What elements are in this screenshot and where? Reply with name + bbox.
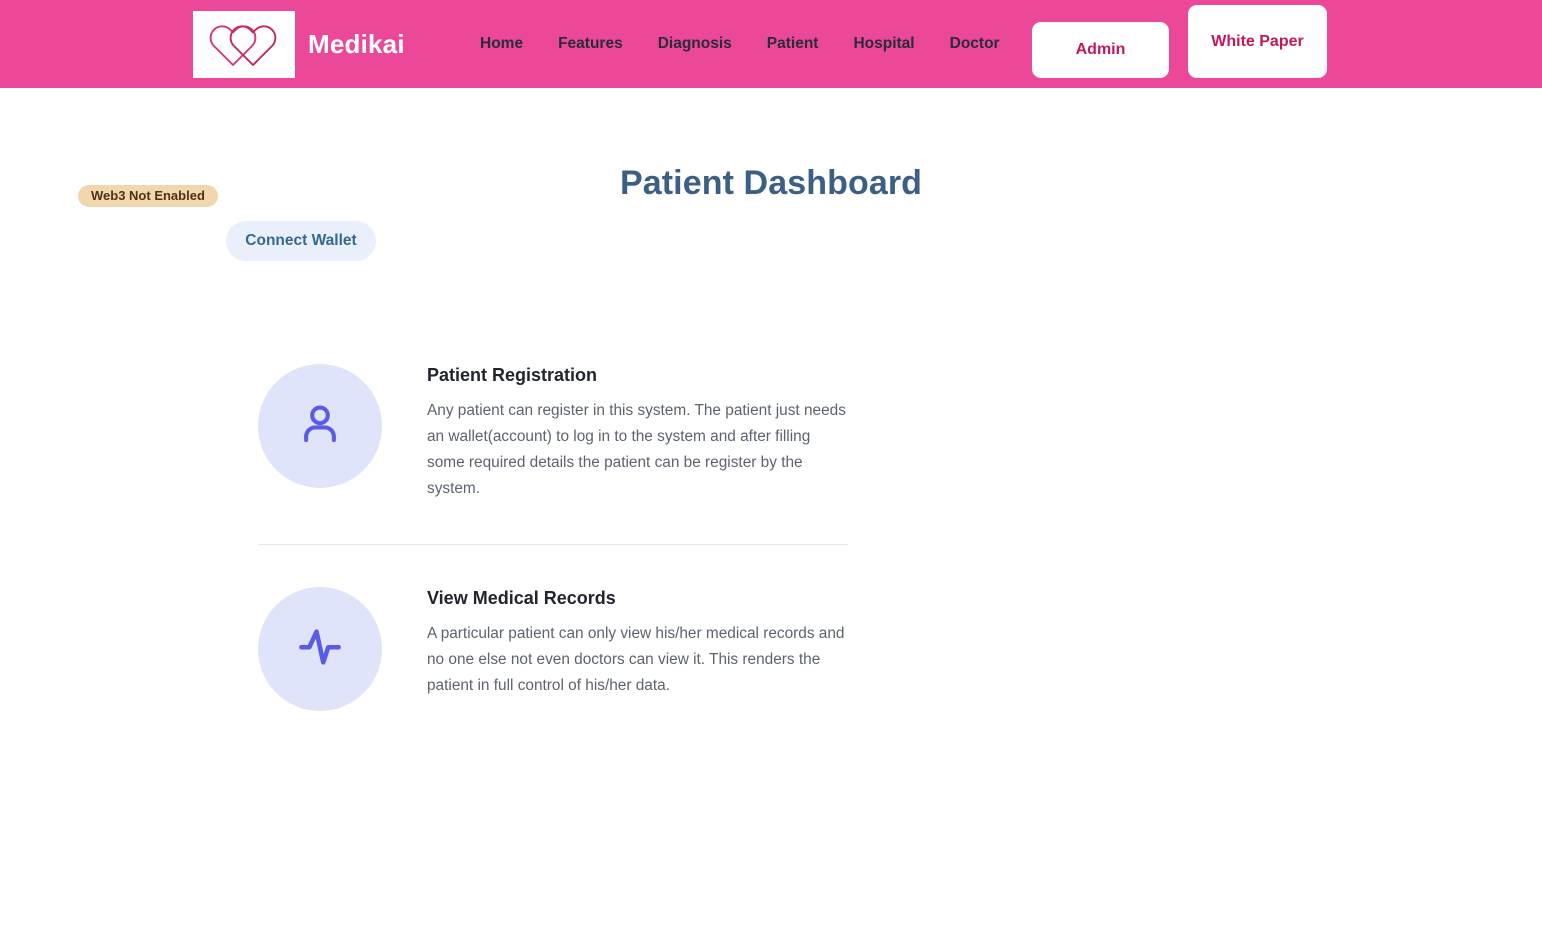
- activity-pulse-icon: [294, 621, 346, 678]
- brand-name: Medikai: [308, 28, 405, 59]
- feature-card-list: Patient Registration Any patient can reg…: [258, 364, 848, 711]
- nav-link-home[interactable]: Home: [480, 29, 523, 59]
- nav-link-features[interactable]: Features: [558, 29, 623, 59]
- feature-card-view-medical-records: View Medical Records A particular patien…: [258, 587, 848, 711]
- web3-status-badge: Web3 Not Enabled: [78, 185, 218, 207]
- feature-card-title: View Medical Records: [427, 588, 616, 608]
- nav-link-diagnosis[interactable]: Diagnosis: [658, 29, 732, 59]
- nav-link-hospital[interactable]: Hospital: [853, 29, 914, 59]
- medical-records-icon-circle: [258, 587, 382, 711]
- feature-card-text: A particular patient can only view his/h…: [427, 625, 845, 694]
- card-gap-bottom: [258, 545, 848, 587]
- patient-registration-body: Patient Registration Any patient can reg…: [427, 364, 848, 502]
- nav-link-patient[interactable]: Patient: [767, 29, 819, 59]
- feature-card-title: Patient Registration: [427, 365, 598, 385]
- page-title: Patient Dashboard: [619, 163, 923, 202]
- top-navigation-bar: Medikai Home Features Diagnosis Patient …: [0, 0, 1542, 88]
- medical-records-body: View Medical Records A particular patien…: [427, 587, 848, 699]
- admin-button[interactable]: Admin: [1032, 22, 1169, 78]
- card-gap-top: [258, 502, 848, 544]
- feature-card-patient-registration: Patient Registration Any patient can reg…: [258, 364, 848, 502]
- brand-logo-link[interactable]: Medikai: [193, 0, 405, 88]
- patient-registration-icon-circle: [258, 364, 382, 488]
- white-paper-button[interactable]: White Paper: [1188, 5, 1327, 78]
- interlocking-hearts-logo-icon: [207, 18, 281, 70]
- nav-link-doctor[interactable]: Doctor: [950, 29, 1000, 59]
- nav-links: Home Features Diagnosis Patient Hospital…: [480, 0, 1000, 88]
- feature-card-text: Any patient can register in this system.…: [427, 402, 846, 497]
- connect-wallet-button[interactable]: Connect Wallet: [226, 221, 376, 261]
- user-icon: [294, 398, 346, 455]
- logo-box: [193, 10, 295, 78]
